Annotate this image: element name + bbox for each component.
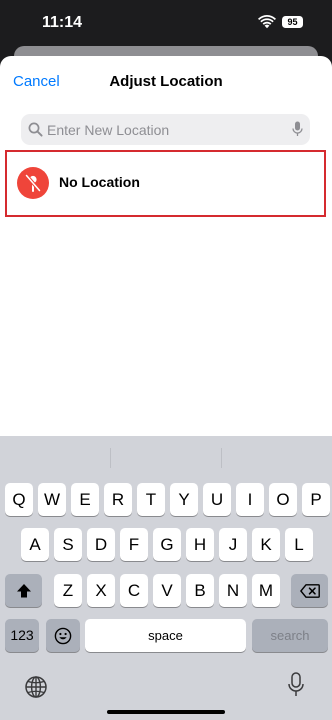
key-r[interactable]: R <box>104 483 132 516</box>
key-d[interactable]: D <box>87 528 115 561</box>
search-key[interactable]: search <box>252 619 328 652</box>
emoji-icon <box>54 627 72 645</box>
key-t[interactable]: T <box>137 483 165 516</box>
key-g[interactable]: G <box>153 528 181 561</box>
suggestion-divider <box>110 448 111 468</box>
key-l[interactable]: L <box>285 528 313 561</box>
keyboard: Q W E R T Y U I O P A S D F G H J K L Z … <box>0 436 332 720</box>
space-key[interactable]: space <box>85 619 246 652</box>
key-y[interactable]: Y <box>170 483 198 516</box>
home-indicator <box>107 710 225 714</box>
location-off-icon <box>17 167 49 199</box>
dictation-icon[interactable] <box>287 672 305 698</box>
suggestion-divider <box>221 448 222 468</box>
battery-indicator: 95 <box>282 16 303 28</box>
wifi-icon <box>258 15 276 29</box>
backspace-icon <box>299 584 320 598</box>
search-bar[interactable] <box>21 114 310 145</box>
key-m[interactable]: M <box>252 574 280 607</box>
key-p[interactable]: P <box>302 483 330 516</box>
key-z[interactable]: Z <box>54 574 82 607</box>
key-c[interactable]: C <box>120 574 148 607</box>
shift-key[interactable] <box>5 574 42 607</box>
status-time: 11:14 <box>42 14 83 31</box>
key-n[interactable]: N <box>219 574 247 607</box>
key-h[interactable]: H <box>186 528 214 561</box>
key-x[interactable]: X <box>87 574 115 607</box>
key-v[interactable]: V <box>153 574 181 607</box>
cancel-button[interactable]: Cancel <box>13 73 60 90</box>
key-f[interactable]: F <box>120 528 148 561</box>
key-j[interactable]: J <box>219 528 247 561</box>
backspace-key[interactable] <box>291 574 328 607</box>
numbers-key[interactable]: 123 <box>5 619 39 652</box>
no-location-label: No Location <box>59 174 140 190</box>
key-o[interactable]: O <box>269 483 297 516</box>
key-e[interactable]: E <box>71 483 99 516</box>
search-icon <box>28 122 43 137</box>
key-i[interactable]: I <box>236 483 264 516</box>
globe-icon[interactable] <box>24 675 48 699</box>
key-a[interactable]: A <box>21 528 49 561</box>
shift-icon <box>16 584 31 598</box>
key-s[interactable]: S <box>54 528 82 561</box>
key-u[interactable]: U <box>203 483 231 516</box>
emoji-key[interactable] <box>46 619 80 652</box>
key-b[interactable]: B <box>186 574 214 607</box>
search-input[interactable] <box>47 114 287 145</box>
no-location-option[interactable]: No Location <box>5 150 326 217</box>
status-bar: 11:14 95 <box>0 0 332 44</box>
key-k[interactable]: K <box>252 528 280 561</box>
key-q[interactable]: Q <box>5 483 33 516</box>
key-w[interactable]: W <box>38 483 66 516</box>
microphone-icon[interactable] <box>292 121 303 137</box>
